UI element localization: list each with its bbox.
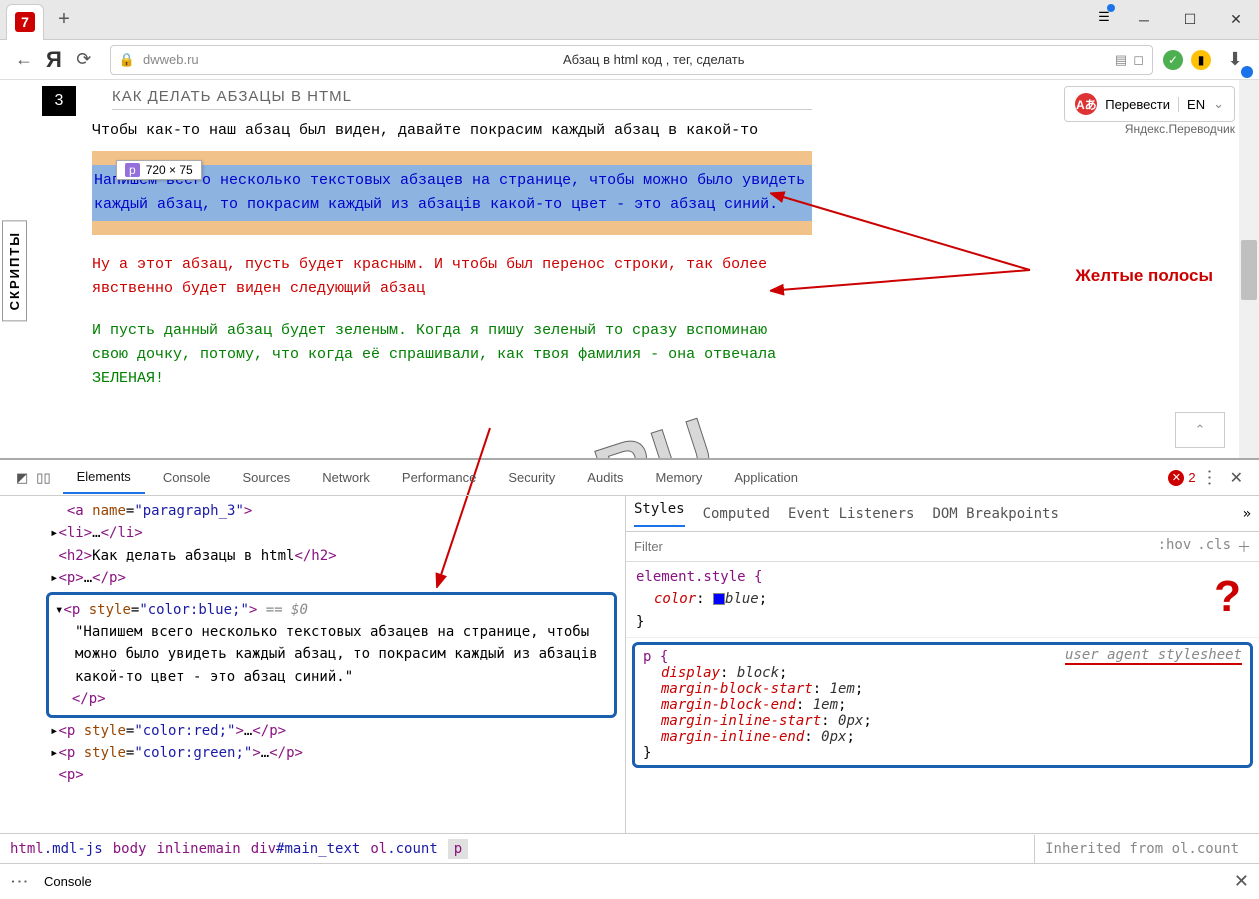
add-rule-icon[interactable]: ＋ (1237, 537, 1251, 557)
inspect-dims: 720 × 75 (146, 163, 193, 177)
browser-titlebar: 7 + ☰ ─ ☐ ✕ (0, 0, 1259, 40)
inspect-tooltip: p 720 × 75 (116, 160, 202, 180)
devtools-close-icon[interactable]: ✕ (1230, 468, 1243, 488)
ua-label: user agent stylesheet (1065, 647, 1242, 665)
translate-icon: Aあ (1075, 93, 1097, 115)
styles-tab-computed[interactable]: Computed (703, 506, 770, 522)
page-title: Абзац в html код , тег, сделать (199, 52, 1109, 67)
breadcrumb-selected[interactable]: p (448, 839, 468, 859)
more-tabs-icon[interactable]: » (1243, 506, 1251, 522)
styles-tab-listeners[interactable]: Event Listeners (788, 506, 914, 522)
bookmark-icon[interactable]: ◻ (1133, 52, 1144, 68)
sidebar-scripts-tab[interactable]: СКРИПТЫ (2, 220, 27, 321)
close-button[interactable]: ✕ (1213, 0, 1259, 40)
console-drawer: ⋮ Console ✕ (0, 863, 1259, 899)
element-style-block[interactable]: element.style { color: blue; } (626, 562, 1259, 638)
margin-highlight-bottom (92, 221, 812, 235)
devtools-panel: ◩ ▯▯ Elements Console Sources Network Pe… (0, 460, 1259, 899)
cls-toggle[interactable]: .cls (1197, 537, 1231, 557)
page-viewport: 3 КАК ДЕЛАТЬ АБЗАЦЫ В HTML Чтобы как-то … (0, 80, 1259, 460)
back-button[interactable]: ← (8, 44, 40, 76)
inspect-element-icon[interactable]: ◩ (16, 470, 28, 486)
devtools-menu-icon[interactable]: ⋯ (1198, 469, 1219, 487)
tab-security[interactable]: Security (494, 462, 569, 493)
dom-tree[interactable]: <a name="paragraph_3"> ▸<li>…</li> <h2>К… (0, 496, 625, 833)
translate-label: Перевести (1105, 97, 1170, 112)
address-bar: ← Я ⟳ 🔒 dwweb.ru Абзац в html код , тег,… (0, 40, 1259, 80)
inspect-tag: p (125, 163, 140, 177)
devtools-tabs: ◩ ▯▯ Elements Console Sources Network Pe… (0, 460, 1259, 496)
tab-performance[interactable]: Performance (388, 462, 490, 493)
browser-tab[interactable]: 7 (6, 4, 44, 40)
yandex-logo[interactable]: Я (46, 47, 62, 73)
lock-icon: 🔒 (119, 52, 135, 68)
inherited-from: Inherited from ol.count (1034, 835, 1249, 863)
reader-icon[interactable]: ▤ (1115, 52, 1127, 68)
translate-widget[interactable]: Aあ Перевести EN ⌄ (1064, 86, 1235, 122)
tab-network[interactable]: Network (308, 462, 384, 493)
tab-audits[interactable]: Audits (573, 462, 637, 493)
styles-filter-input[interactable] (634, 539, 1158, 554)
dom-selected-node[interactable]: ▾<p style="color:blue;"> == $0 "Напишем … (46, 592, 617, 718)
maximize-button[interactable]: ☐ (1167, 0, 1213, 40)
page-heading: КАК ДЕЛАТЬ АБЗАЦЫ В HTML (112, 88, 812, 110)
intro-text: Чтобы как-то наш абзац был виден, давайт… (92, 122, 782, 139)
annotation-label: Желтые полосы (1075, 266, 1213, 286)
extension-icon-2[interactable]: ▮ (1191, 50, 1211, 70)
error-count[interactable]: ✕2 (1168, 470, 1195, 486)
red-paragraph: Ну а этот абзац, пусть будет красным. И … (92, 253, 812, 301)
console-menu-icon[interactable]: ⋮ (9, 873, 30, 891)
inherited-link[interactable]: ol.count (1172, 841, 1239, 857)
hov-toggle[interactable]: :hov (1158, 537, 1192, 557)
styles-panel: Styles Computed Event Listeners DOM Brea… (625, 496, 1259, 833)
reload-button[interactable]: ⟳ (68, 44, 100, 76)
downloads-button[interactable]: ⬇ (1219, 44, 1251, 76)
annotation-question: ? (1214, 572, 1241, 622)
translate-lang[interactable]: EN (1178, 97, 1205, 112)
minimize-button[interactable]: ─ (1121, 0, 1167, 40)
tab-elements[interactable]: Elements (63, 461, 145, 494)
tab-application[interactable]: Application (720, 462, 812, 493)
styles-tab-breakpoints[interactable]: DOM Breakpoints (932, 506, 1058, 522)
url-input[interactable]: 🔒 dwweb.ru Абзац в html код , тег, сдела… (110, 45, 1153, 75)
tab-memory[interactable]: Memory (641, 462, 716, 493)
tab-console[interactable]: Console (149, 462, 225, 493)
styles-filter-row: :hov .cls ＋ (626, 532, 1259, 562)
new-tab-button[interactable]: + (50, 6, 78, 34)
scroll-to-top-button[interactable]: ⌃ (1175, 412, 1225, 448)
console-close-icon[interactable]: ✕ (1234, 871, 1249, 892)
page-scrollbar[interactable] (1239, 80, 1259, 458)
tab-sources[interactable]: Sources (229, 462, 305, 493)
extension-icon-1[interactable]: ✓ (1163, 50, 1183, 70)
translate-attribution[interactable]: Яндекс.Переводчик (1125, 122, 1235, 136)
dom-breadcrumbs[interactable]: html.mdl-js body inlinemain div#main_tex… (0, 833, 1259, 863)
user-agent-stylesheet[interactable]: user agent stylesheet p { display: block… (632, 642, 1253, 768)
panel-toggle-icon[interactable]: ☰ (1087, 0, 1121, 34)
green-paragraph: И пусть данный абзац будет зеленым. Когд… (92, 319, 812, 391)
watermark: DWWEB.RU (247, 399, 726, 460)
tab-favicon: 7 (15, 12, 35, 32)
color-swatch[interactable] (713, 593, 725, 605)
console-drawer-label[interactable]: Console (44, 874, 92, 889)
section-number: 3 (42, 86, 76, 116)
url-domain: dwweb.ru (143, 52, 199, 67)
chevron-down-icon[interactable]: ⌄ (1213, 96, 1224, 112)
device-toolbar-icon[interactable]: ▯▯ (36, 470, 50, 486)
styles-tab-styles[interactable]: Styles (634, 501, 685, 527)
